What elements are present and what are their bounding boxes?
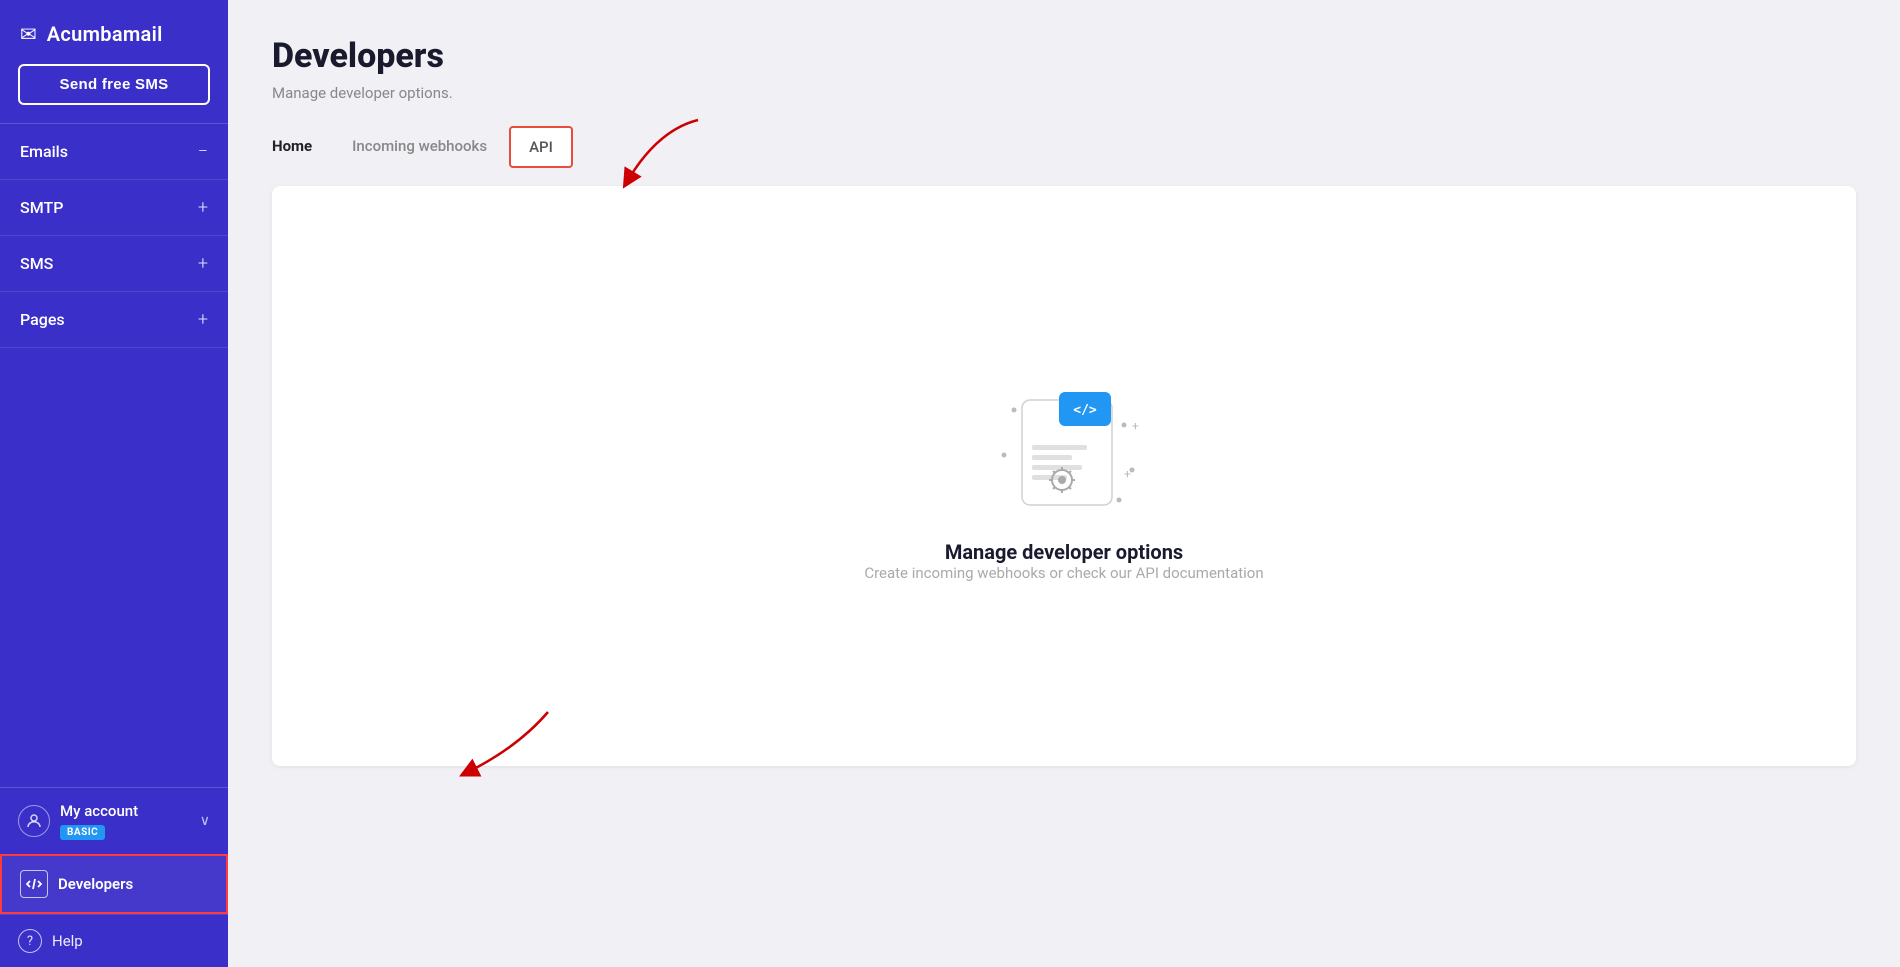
svg-text:</>: </> [1073, 403, 1097, 418]
help-icon: ? [18, 929, 42, 953]
page-title: Developers [272, 36, 1856, 76]
pages-expand-icon: + [198, 309, 208, 330]
tab-home[interactable]: Home [272, 127, 330, 167]
emails-label: Emails [20, 142, 68, 161]
developers-icon [20, 870, 48, 898]
tab-api[interactable]: API [509, 126, 573, 168]
content-card: + + + </> [272, 186, 1856, 766]
page-subtitle: Manage developer options. [272, 84, 1856, 102]
chevron-down-icon: ∨ [200, 813, 210, 829]
developer-illustration: + + + </> [984, 370, 1144, 530]
content-title: Manage developer options [945, 540, 1183, 564]
sms-label: SMS [20, 254, 53, 273]
sidebar-logo: ✉ Acumbamail [0, 0, 228, 64]
tab-incoming-webhooks[interactable]: Incoming webhooks [334, 127, 505, 167]
sidebar-bottom: My account BASIC ∨ Developers ? Help [0, 787, 228, 967]
developers-label: Developers [58, 875, 133, 893]
account-avatar [18, 805, 50, 837]
account-name: My account [60, 802, 190, 820]
sidebar-item-pages[interactable]: Pages + [0, 292, 228, 348]
account-info: My account BASIC [60, 802, 190, 840]
pages-label: Pages [20, 310, 65, 329]
page-header: Developers Manage developer options. [228, 0, 1900, 126]
smtp-label: SMTP [20, 198, 63, 217]
tabs-bar: Home Incoming webhooks API [228, 126, 1900, 168]
send-sms-button[interactable]: Send free SMS [18, 64, 210, 105]
emails-collapse-icon: − [198, 141, 208, 162]
developer-image: + + + </> [984, 370, 1144, 530]
main-content: Developers Manage developer options. Hom… [228, 0, 1900, 967]
svg-text:+: + [1124, 467, 1131, 481]
help-label: Help [52, 932, 83, 950]
sidebar-item-emails[interactable]: Emails − [0, 124, 228, 180]
sidebar-logo-text: Acumbamail [47, 22, 163, 46]
sidebar-item-smtp[interactable]: SMTP + [0, 180, 228, 236]
svg-text:+: + [1132, 419, 1139, 433]
my-account[interactable]: My account BASIC ∨ [0, 788, 228, 854]
sidebar-item-help[interactable]: ? Help [0, 914, 228, 967]
sidebar: ✉ Acumbamail Send free SMS Emails − SMTP… [0, 0, 228, 967]
sidebar-item-sms[interactable]: SMS + [0, 236, 228, 292]
smtp-expand-icon: + [198, 197, 208, 218]
mail-icon: ✉ [20, 22, 37, 46]
sms-expand-icon: + [198, 253, 208, 274]
sidebar-item-developers[interactable]: Developers [0, 854, 228, 914]
content-description: Create incoming webhooks or check our AP… [864, 564, 1263, 582]
account-badge: BASIC [60, 825, 105, 840]
